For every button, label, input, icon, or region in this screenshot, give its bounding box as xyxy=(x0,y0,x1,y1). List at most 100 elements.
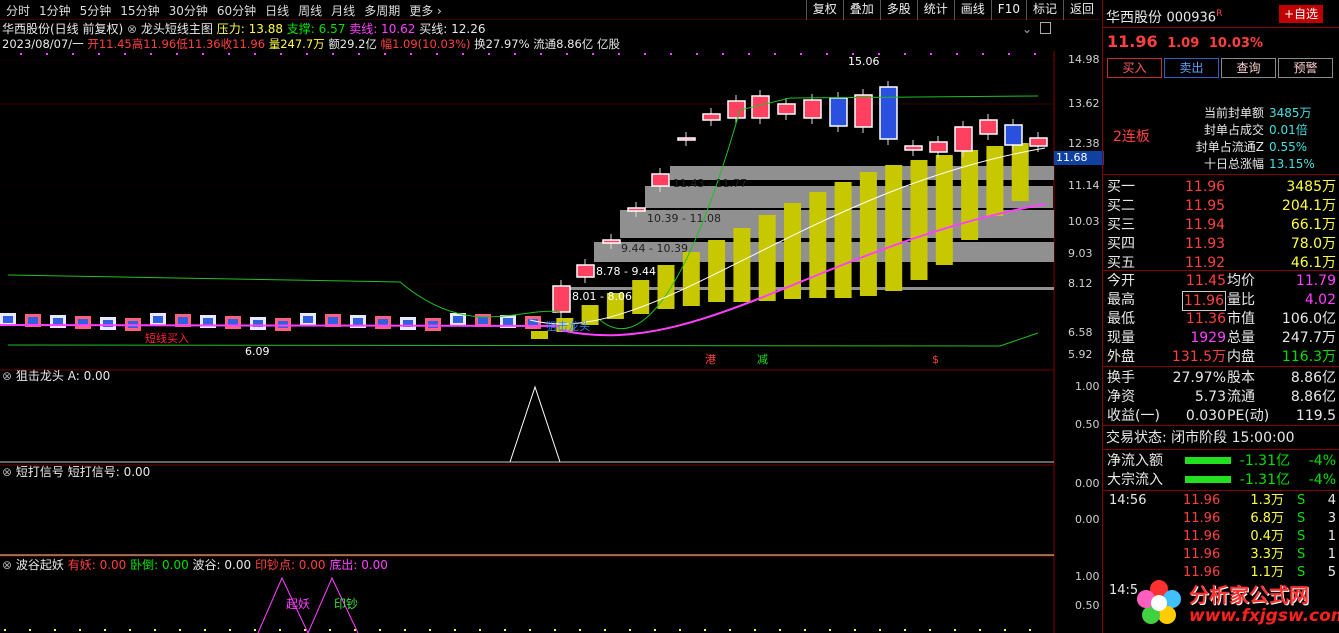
tool-2[interactable]: 多股 xyxy=(879,0,917,20)
period-tab-1[interactable]: 1分钟 xyxy=(39,2,71,19)
bid-volume: 3485万 xyxy=(1286,179,1336,195)
stock-title: 华西股份(日线 前复权) xyxy=(2,22,124,36)
quote-value-2: 4.02 xyxy=(1304,292,1336,308)
seal-stat-value: 3485万 xyxy=(1269,106,1312,120)
seal-stat-row: 当前封单额 3485万 xyxy=(1103,104,1339,122)
query-button[interactable]: 查询 xyxy=(1221,58,1276,78)
bottom-marker xyxy=(29,629,31,631)
price-axis: 14.98 13.62 12.38 11.14 10.03 9.03 8.12 6.58 5.9… xyxy=(1054,0,1102,370)
fund-value: 5.73 xyxy=(1194,389,1226,405)
trend-bar xyxy=(834,182,852,298)
last-price: 11.96 xyxy=(1107,32,1158,51)
bottom-marker xyxy=(179,629,181,631)
gear-icon[interactable]: ⊗ xyxy=(2,369,12,383)
tool-3[interactable]: 统计 xyxy=(916,0,954,20)
price-tick: 5.92 xyxy=(1068,348,1093,361)
period-tab-9[interactable]: 多周期 xyxy=(364,2,400,19)
period-tab-4[interactable]: 30分钟 xyxy=(169,2,208,19)
top-marker xyxy=(592,53,594,55)
chart-annotation-1: 6.09 xyxy=(245,345,270,358)
top-marker xyxy=(280,53,282,55)
panel2-name[interactable]: 短打信号 xyxy=(16,465,64,479)
gear-icon[interactable]: ⊗ xyxy=(2,558,12,572)
tick-price: 11.96 xyxy=(1183,511,1221,526)
top-marker xyxy=(488,53,490,55)
kline-chart[interactable]: 15.06 6.09 11.43 - 11.77 10.39 - 11.08 9.44 … xyxy=(0,51,1102,633)
fund-label: 换手 xyxy=(1107,370,1135,386)
bid-label: 买一 xyxy=(1107,179,1135,195)
tool-1[interactable]: 叠加 xyxy=(842,0,880,20)
sell-button[interactable]: 卖出 xyxy=(1164,58,1219,78)
fund-label-2: PE(动) xyxy=(1227,408,1270,424)
tick-volume: 0.4万 xyxy=(1250,529,1284,544)
alert-button[interactable]: 预警 xyxy=(1278,58,1333,78)
period-tab-2[interactable]: 5分钟 xyxy=(80,2,112,19)
chart-annotation-2: 11.43 - 11.77 xyxy=(673,177,747,190)
tool-5[interactable]: F10 xyxy=(990,0,1026,20)
bottom-marker xyxy=(129,629,131,631)
chart-annotation-8: 短线买入 xyxy=(145,331,189,345)
chart-title-line: 华西股份(日线 前复权) ⊗ 龙头短线主图 压力: 13.88 支撑: 6.57… xyxy=(2,22,485,37)
price-change: 1.09 xyxy=(1167,36,1200,51)
bottom-marker xyxy=(579,629,581,631)
bottom-marker xyxy=(829,629,831,631)
buy-button[interactable]: 买入 xyxy=(1107,58,1162,78)
period-tab-5[interactable]: 60分钟 xyxy=(217,2,256,19)
seal-stat-label: 当前封单额 xyxy=(1203,106,1264,120)
tick-count: 1 xyxy=(1327,529,1336,544)
price-tick: 10.03 xyxy=(1068,215,1100,228)
top-marker xyxy=(72,53,74,55)
bid-row: 买二 11.95 204.1万 xyxy=(1103,197,1339,215)
panel3-name[interactable]: 波谷起妖 xyxy=(16,558,64,572)
bid-price: 11.95 xyxy=(1185,198,1226,214)
price-change-pct: 10.03% xyxy=(1208,36,1263,51)
tick-price: 11.96 xyxy=(1183,493,1221,508)
chevron-down-icon[interactable]: ⌄ xyxy=(1022,22,1032,36)
candle-body xyxy=(353,318,363,325)
bid-label: 买三 xyxy=(1107,217,1135,233)
quote-value-2: 116.3万 xyxy=(1281,349,1336,365)
period-tab-0[interactable]: 分时 xyxy=(6,2,30,19)
flower-logo-icon xyxy=(1137,580,1181,624)
bottom-marker xyxy=(804,629,806,631)
top-marker xyxy=(540,53,542,55)
tick-row: 11.96 0.4万 S 1 xyxy=(1103,528,1339,546)
quote-row: 最低 11.36 市值 106.0亿 xyxy=(1103,310,1339,328)
watermark: 分析家公式网 www.fxjgsw.com xyxy=(1127,573,1339,633)
period-tab-10[interactable]: 更多 › xyxy=(409,2,442,19)
trend-bar xyxy=(708,240,726,302)
bid-label: 买四 xyxy=(1107,236,1135,252)
window-icon[interactable] xyxy=(1040,22,1051,34)
top-marker xyxy=(956,53,958,55)
tick-side: S xyxy=(1297,547,1306,562)
chart-annotation-6: 8.01 - 8.06 xyxy=(572,290,632,303)
add-watchlist-button[interactable]: +自选 xyxy=(1279,5,1323,23)
gear-icon[interactable]: ⊗ xyxy=(2,465,12,479)
bid-price: 11.96 xyxy=(1185,179,1226,195)
period-tab-6[interactable]: 日线 xyxy=(265,2,289,19)
seal-stat-value: 0.55% xyxy=(1269,140,1308,154)
seal-stat-row: 封单占流通Z 0.55% xyxy=(1103,138,1339,156)
period-tab-8[interactable]: 月线 xyxy=(331,2,355,19)
p3-axis-hi: 1.00 xyxy=(1075,570,1100,583)
quote-row: 最高 11.96 量比 4.02 xyxy=(1103,291,1339,311)
chart-annotation-9: 港 xyxy=(705,353,716,366)
bottom-marker xyxy=(1029,629,1031,631)
panel1-name[interactable]: 狙击龙头 xyxy=(16,369,64,383)
tick-count: 3 xyxy=(1327,511,1336,526)
price-tick: 8.12 xyxy=(1068,277,1093,290)
period-tab-7[interactable]: 周线 xyxy=(298,2,322,19)
indicator-name[interactable]: 龙头短线主图 xyxy=(141,22,213,36)
gear-icon[interactable]: ⊗ xyxy=(127,22,137,36)
candle xyxy=(602,239,621,244)
panel3-title: ⊗ 波谷起妖 有妖: 0.00 卧倒: 0.00 波谷: 0.00 印钞点: 0… xyxy=(2,558,388,573)
stock-code: 000936 xyxy=(1166,10,1217,26)
tool-4[interactable]: 画线 xyxy=(953,0,991,20)
tick-volume: 6.8万 xyxy=(1250,511,1284,526)
bottom-marker xyxy=(879,629,881,631)
tool-0[interactable]: 复权 xyxy=(805,0,843,20)
bottom-marker xyxy=(429,629,431,631)
quote-row: 今开 11.45 均价 11.79 xyxy=(1103,272,1339,290)
period-tab-3[interactable]: 15分钟 xyxy=(120,2,159,19)
candle-body xyxy=(328,317,338,324)
